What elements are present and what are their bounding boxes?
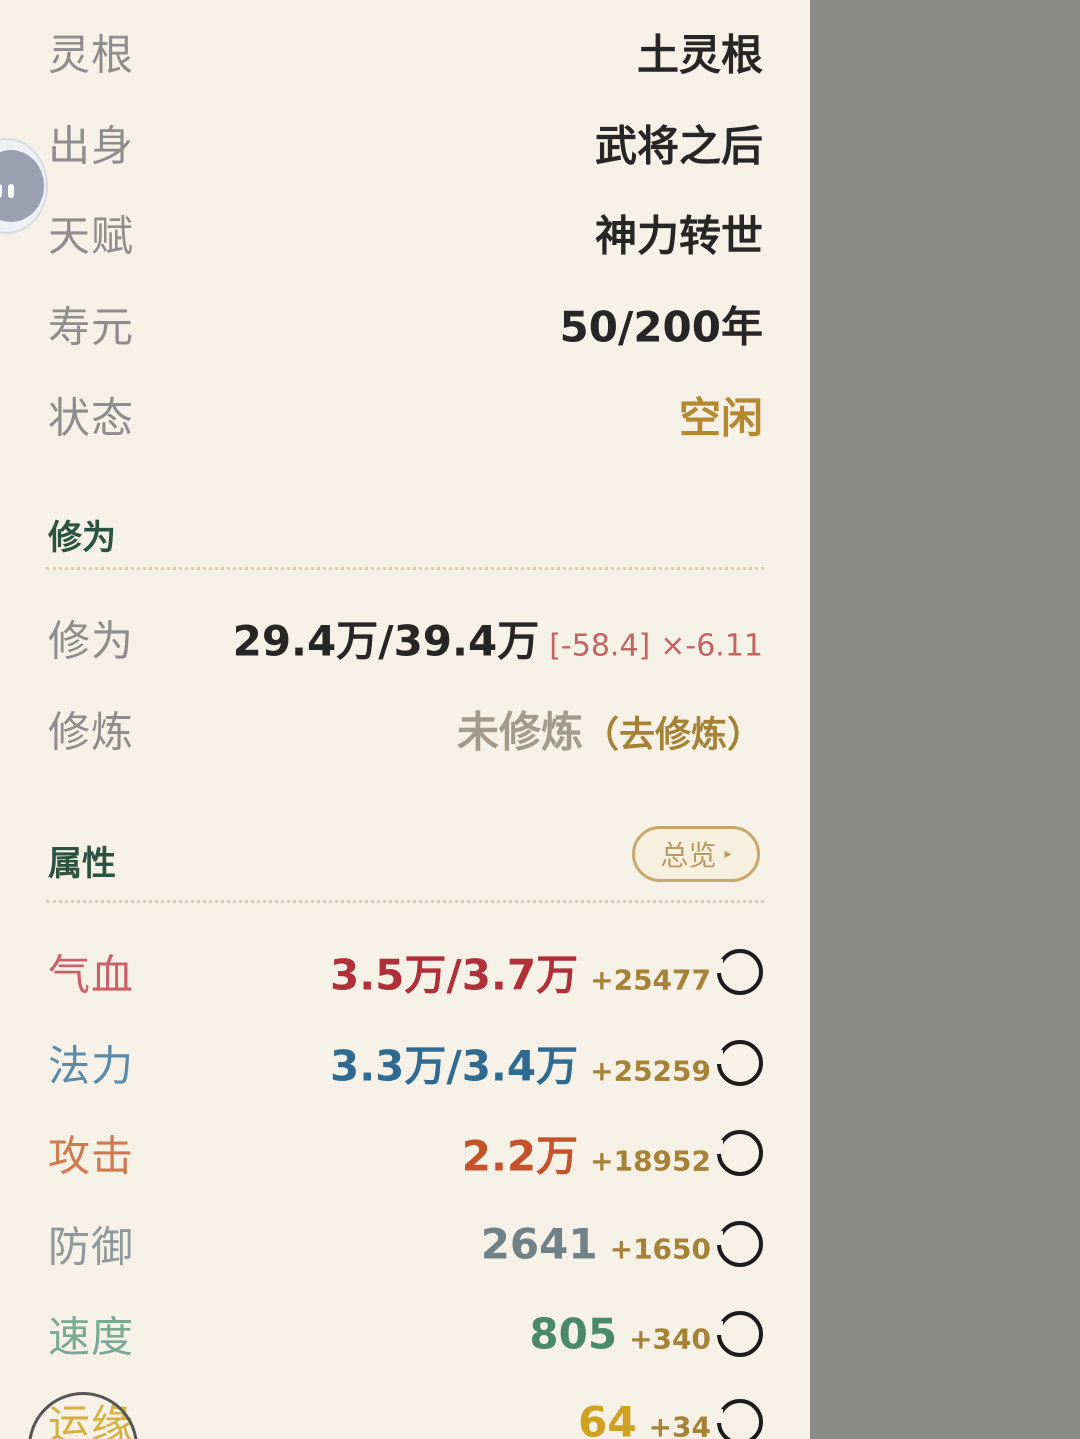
defense-label: 防御 <box>48 1222 135 1272</box>
attr-row-mp: 法力 3.3万/3.4万 +25259 <box>48 1023 763 1103</box>
attr-row-hp: 气血 3.5万/3.7万 +25477 <box>48 932 763 1012</box>
luck-refresh-icon[interactable] <box>717 1399 763 1439</box>
attack-value: 2.2万 +18952 <box>462 1123 711 1184</box>
dimmed-overlay[interactable] <box>810 0 1080 1439</box>
lifespan-value: 50/200年 <box>559 302 763 352</box>
speed-label: 速度 <box>48 1312 135 1362</box>
lifespan-label: 寿元 <box>48 302 135 352</box>
cultivation-progress-label: 修为 <box>48 616 135 666</box>
speed-amount: 805 <box>529 1309 618 1359</box>
mp-value: 3.3万/3.4万 +25259 <box>330 1033 711 1094</box>
origin-value: 武将之后 <box>594 121 763 171</box>
status-value: 空闲 <box>678 393 763 443</box>
speed-value: 805 +340 <box>529 1310 711 1359</box>
info-row-spirit-root: 灵根 土灵根 <box>48 12 763 92</box>
cultivation-divider <box>46 567 764 570</box>
cultivation-multiplier: ×-6.11 <box>660 628 763 664</box>
training-status: 未修炼 <box>456 707 583 757</box>
overview-button[interactable]: 总览 ▸ <box>632 826 760 882</box>
cultivation-amount: 29.4万/39.4万 <box>232 616 540 666</box>
attack-refresh-icon[interactable] <box>717 1130 763 1176</box>
attr-row-defense: 防御 2641 +1650 <box>48 1204 763 1284</box>
luck-bonus: +34 <box>648 1410 711 1439</box>
floating-assistant-button[interactable] <box>0 138 48 234</box>
luck-value: 64 +34 <box>578 1398 711 1439</box>
speed-bonus: +340 <box>629 1322 711 1356</box>
hp-value: 3.5万/3.7万 +25477 <box>330 942 711 1003</box>
mp-bonus: +25259 <box>590 1054 711 1088</box>
cultivation-rate: [-58.4] <box>549 628 651 664</box>
play-arrow-icon: ▸ <box>724 846 732 862</box>
attr-row-attack: 攻击 2.2万 +18952 <box>48 1113 763 1193</box>
talent-label: 天赋 <box>48 211 135 261</box>
talent-value: 神力转世 <box>594 211 763 261</box>
training-value: 未修炼（去修炼） <box>457 699 763 760</box>
defense-bonus: +1650 <box>609 1232 711 1266</box>
info-row-lifespan: 寿元 50/200年 <box>48 284 763 364</box>
attack-amount: 2.2万 <box>461 1131 579 1181</box>
robot-eye-right <box>8 184 14 198</box>
attributes-divider <box>46 900 764 903</box>
hp-label: 气血 <box>48 950 135 1000</box>
overview-button-label: 总览 <box>660 839 717 872</box>
cultivation-section-title: 修为 <box>48 518 116 558</box>
cultivation-progress-value: 29.4万/39.4万 [-58.4] ×-6.11 <box>233 608 763 669</box>
go-train-link[interactable]: （去修炼） <box>583 715 763 756</box>
hp-bonus: +25477 <box>590 963 711 997</box>
attr-row-speed: 速度 805 +340 <box>48 1294 763 1374</box>
attributes-section-title: 属性 <box>48 844 116 884</box>
robot-eye-left <box>0 184 2 198</box>
attr-row-luck: 运缘 64 +34 <box>48 1382 763 1439</box>
defense-amount: 2641 <box>480 1219 598 1269</box>
attack-label: 攻击 <box>48 1131 135 1181</box>
origin-label: 出身 <box>48 121 135 171</box>
character-detail-panel: 灵根 土灵根 出身 武将之后 天赋 神力转世 寿元 50/200年 状态 空闲 … <box>0 0 810 1439</box>
robot-face-icon <box>0 150 44 222</box>
info-row-talent: 天赋 神力转世 <box>48 193 763 273</box>
mp-label: 法力 <box>48 1041 135 1091</box>
spirit-root-label: 灵根 <box>48 30 135 80</box>
mp-refresh-icon[interactable] <box>717 1040 763 1086</box>
training-label: 修炼 <box>48 707 135 757</box>
spirit-root-value: 土灵根 <box>636 30 763 80</box>
hp-refresh-icon[interactable] <box>717 949 763 995</box>
attack-bonus: +18952 <box>590 1144 711 1178</box>
info-row-origin: 出身 武将之后 <box>48 103 763 183</box>
training-row: 修炼 未修炼（去修炼） <box>48 689 763 769</box>
speed-refresh-icon[interactable] <box>717 1311 763 1357</box>
defense-refresh-icon[interactable] <box>717 1221 763 1267</box>
mp-amount: 3.3万/3.4万 <box>329 1041 579 1091</box>
status-label: 状态 <box>48 393 135 443</box>
hp-amount: 3.5万/3.7万 <box>329 950 579 1000</box>
luck-amount: 64 <box>578 1397 637 1439</box>
cultivation-progress-row: 修为 29.4万/39.4万 [-58.4] ×-6.11 <box>48 598 763 678</box>
defense-value: 2641 +1650 <box>481 1220 711 1269</box>
info-row-status: 状态 空闲 <box>48 375 763 455</box>
